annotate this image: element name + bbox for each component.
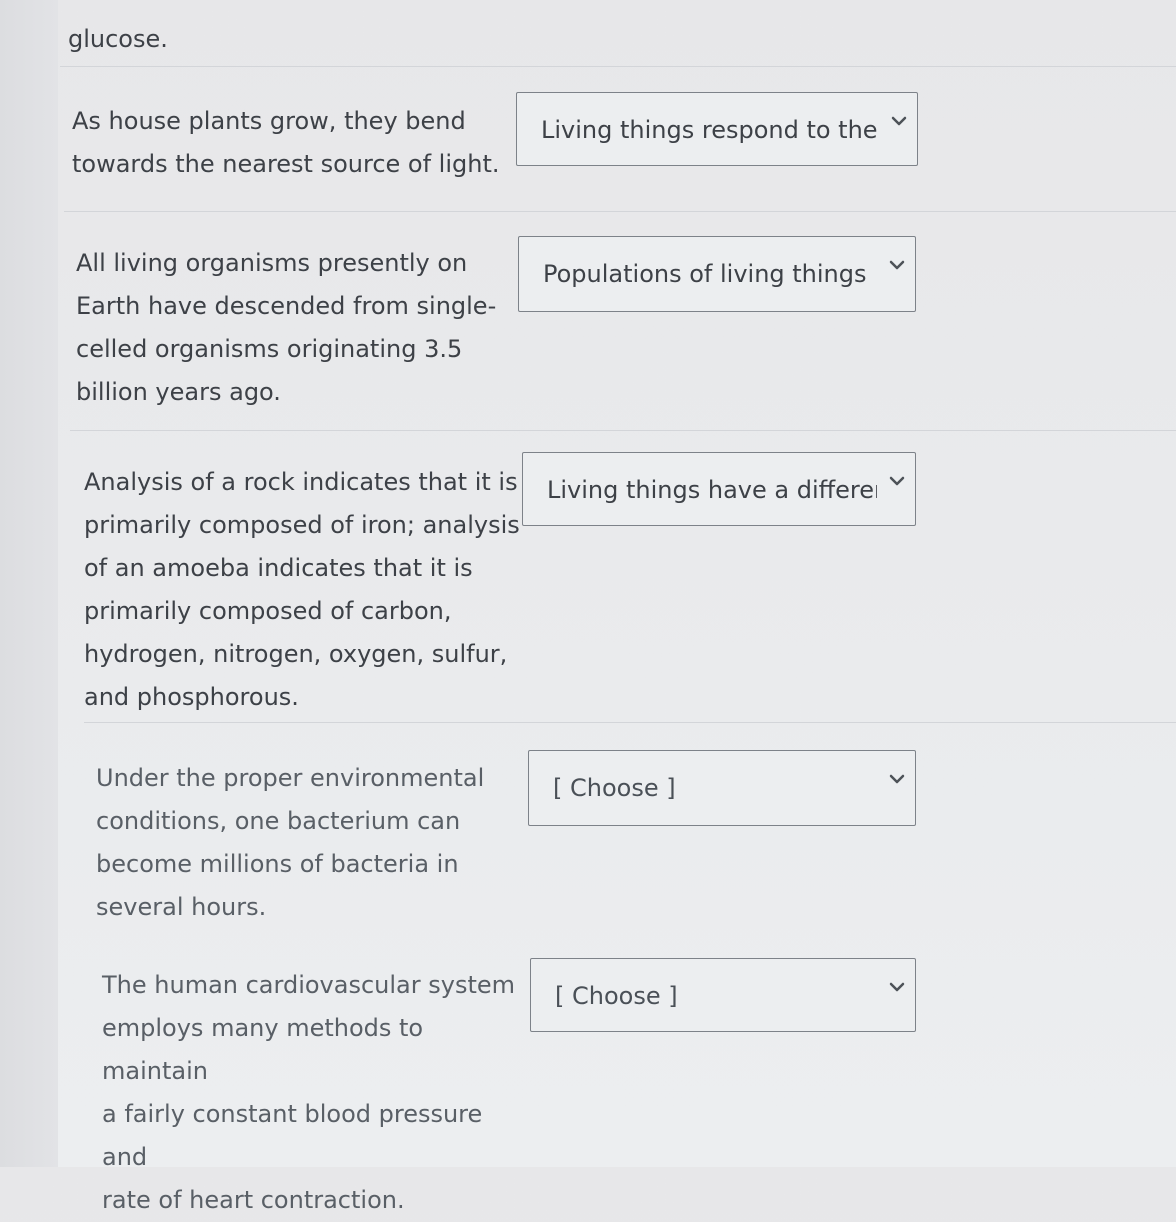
answer-select-value: Living things have a differer	[547, 476, 877, 504]
answer-select[interactable]: Populations of living things	[518, 236, 916, 312]
question-prompt: As house plants grow, they bend towards …	[72, 100, 512, 186]
question-line: Analysis of a rock indicates that it is	[84, 468, 518, 496]
section-divider	[60, 66, 1176, 67]
answer-select-value: Living things respond to the	[541, 116, 878, 144]
question-line: The human cardiovascular system	[102, 971, 516, 999]
chevron-down-icon	[887, 977, 907, 997]
answer-select-value: Populations of living things	[543, 260, 867, 288]
answer-select-value: [ Choose ]	[555, 982, 678, 1010]
question-line: towards the nearest source of light.	[72, 150, 500, 178]
chevron-down-icon	[887, 471, 907, 491]
question-line: celled organisms originating 3.5	[76, 335, 463, 363]
answer-select[interactable]: Living things respond to the	[516, 92, 918, 166]
section-divider	[64, 211, 1176, 212]
question-line: become millions of bacteria in	[96, 850, 459, 878]
question-line: All living organisms presently on	[76, 249, 468, 277]
question-prompt: The human cardiovascular system employs …	[102, 964, 532, 1222]
question-line: employs many methods to maintain	[102, 1014, 424, 1085]
question-line: of an amoeba indicates that it is	[84, 554, 473, 582]
question-prompt: Analysis of a rock indicates that it is …	[84, 461, 524, 719]
question-line: primarily composed of carbon,	[84, 597, 452, 625]
question-prompt: Under the proper environmental condition…	[96, 757, 516, 929]
left-margin	[0, 0, 58, 1167]
question-line: Earth have descended from single-	[76, 292, 497, 320]
section-divider	[70, 430, 1176, 431]
section-divider	[84, 722, 1176, 723]
answer-select[interactable]: Living things have a differer	[522, 452, 916, 526]
question-line: As house plants grow, they bend	[72, 107, 466, 135]
question-line: Under the proper environmental	[96, 764, 485, 792]
question-line: billion years ago.	[76, 378, 281, 406]
question-line: several hours.	[96, 893, 267, 921]
question-line: rate of heart contraction.	[102, 1186, 405, 1214]
intro-text: glucose.	[68, 25, 168, 53]
answer-select[interactable]: [ Choose ]	[528, 750, 916, 826]
answer-select[interactable]: [ Choose ]	[530, 958, 916, 1032]
question-prompt: All living organisms presently on Earth …	[76, 242, 516, 414]
chevron-down-icon	[887, 769, 907, 789]
chevron-down-icon	[889, 111, 909, 131]
question-line: hydrogen, nitrogen, oxygen, sulfur,	[84, 640, 508, 668]
answer-select-value: [ Choose ]	[553, 774, 676, 802]
question-line: a fairly constant blood pressure and	[102, 1100, 483, 1171]
question-line: and phosphorous.	[84, 683, 299, 711]
question-line: primarily composed of iron; analysis	[84, 511, 520, 539]
chevron-down-icon	[887, 255, 907, 275]
question-line: conditions, one bacterium can	[96, 807, 461, 835]
